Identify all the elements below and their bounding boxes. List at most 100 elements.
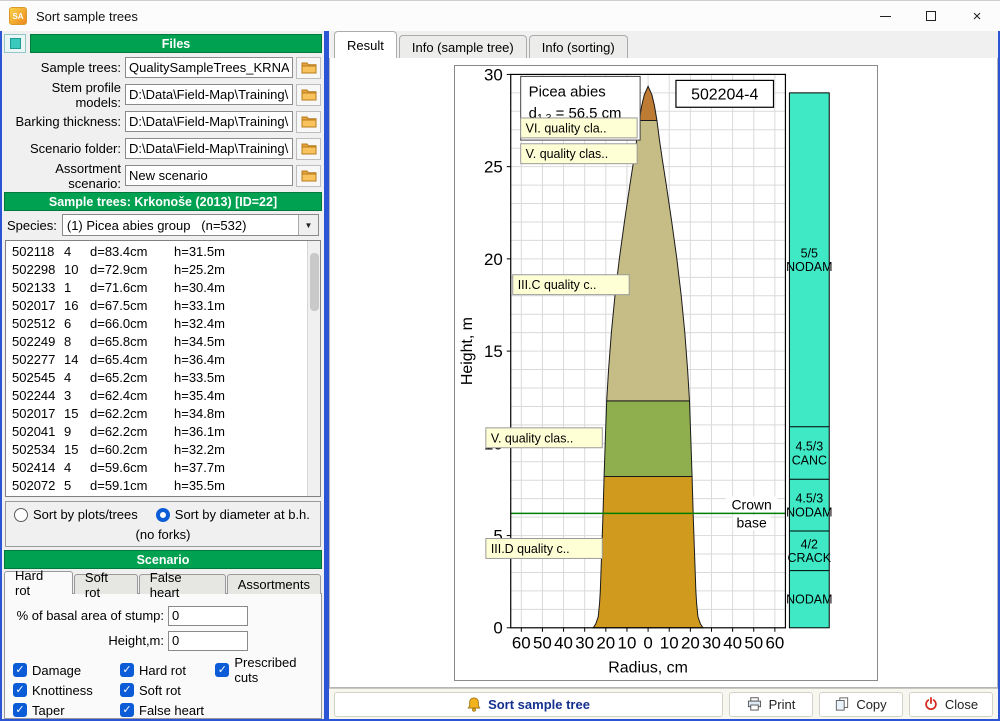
tree-plot: 16 — [64, 298, 90, 313]
checkbox-icon: ✓ — [13, 663, 27, 677]
checkbox-soft-rot[interactable]: ✓ Soft rot — [120, 682, 215, 698]
tree-id: 502277 — [12, 352, 64, 367]
file-field-row: Stem profile models: — [2, 81, 324, 108]
checkbox-false-heart[interactable]: ✓False heart — [120, 702, 215, 718]
tree-list-item[interactable]: 5025126d=66.0cmh=32.4m — [6, 314, 307, 332]
tree-list-scrollbar[interactable] — [307, 241, 320, 496]
maximize-button[interactable] — [908, 1, 954, 31]
no-forks-note: (no forks) — [8, 527, 318, 542]
checkbox-taper[interactable]: ✓Taper — [13, 702, 120, 718]
svg-text:60: 60 — [512, 634, 531, 653]
scenario-fields: % of basal area of stump:Height,m: — [5, 603, 321, 653]
tree-id: 502298 — [12, 262, 64, 277]
close-button[interactable]: Close — [909, 692, 993, 717]
sort-sample-tree-button[interactable]: Sort sample tree — [334, 692, 723, 717]
tree-diameter: d=59.6cm — [90, 460, 174, 475]
scenario-tab-hard-rot[interactable]: Hard rot — [4, 571, 73, 594]
minimize-button[interactable] — [862, 1, 908, 31]
scenario-field-label: Height,m: — [5, 633, 168, 648]
checkbox-hard-rot[interactable]: ✓Hard rot — [120, 662, 215, 678]
radio-sort-plots[interactable]: Sort by plots/trees — [14, 507, 138, 522]
tree-list[interactable]: 5021184d=83.4cmh=31.5m50229810d=72.9cmh=… — [6, 241, 307, 496]
tree-list-item[interactable]: 5024144d=59.6cmh=37.7m — [6, 458, 307, 476]
file-field-input[interactable] — [125, 57, 293, 78]
damage-bar: 5/5NODAM4.5/3CANC4.5/3NODAM4/2CRACKNODAM — [786, 93, 832, 628]
sort-options-box: Sort by plots/trees Sort by diameter at b… — [5, 501, 321, 547]
result-tab-result[interactable]: Result — [334, 31, 397, 58]
tree-list-item[interactable]: 5020419d=62.2cmh=36.1m — [6, 422, 307, 440]
result-tab-info-sorting-[interactable]: Info (sorting) — [529, 35, 628, 58]
scrollbar-thumb[interactable] — [310, 253, 319, 311]
folder-icon — [301, 61, 317, 74]
tree-plot: 6 — [64, 316, 90, 331]
checkbox-damage[interactable]: ✓Damage — [13, 662, 120, 678]
file-field-input[interactable] — [125, 138, 293, 159]
result-tab-info-sample-tree-[interactable]: Info (sample tree) — [399, 35, 527, 58]
tree-list-wrap: 5021184d=83.4cmh=31.5m50229810d=72.9cmh=… — [5, 240, 321, 497]
tree-list-item[interactable]: 5020725d=59.1cmh=35.5m — [6, 476, 307, 494]
browse-button[interactable] — [296, 57, 321, 79]
svg-text:NODAM: NODAM — [786, 593, 832, 607]
close-window-button[interactable]: × — [954, 1, 1000, 31]
checkbox-label: Soft rot — [139, 683, 181, 698]
file-field-input[interactable] — [125, 111, 293, 132]
tree-list-item[interactable]: 50227714d=65.4cmh=36.4m — [6, 350, 307, 368]
tree-height: h=32.2m — [174, 442, 307, 457]
scenario-field-input[interactable] — [168, 631, 248, 651]
sort-radio-group: Sort by plots/trees Sort by diameter at b… — [8, 507, 318, 522]
tree-height: h=31.0m — [174, 496, 307, 497]
tree-list-item[interactable]: 5021321d=57.0cmh=31.0m — [6, 494, 307, 496]
tree-list-item[interactable]: 5022498d=65.8cmh=34.5m — [6, 332, 307, 350]
chevron-down-icon[interactable]: ▼ — [298, 215, 318, 235]
file-field-input[interactable] — [125, 84, 293, 105]
species-combobox[interactable]: (1) Picea abies group (n=532) ▼ — [62, 214, 319, 236]
scenario-field-input[interactable] — [168, 606, 248, 626]
tree-plot: 9 — [64, 424, 90, 439]
tree-list-item[interactable]: 50253415d=60.2cmh=32.2m — [6, 440, 307, 458]
copy-button[interactable]: Copy — [819, 692, 903, 717]
checkbox-icon: ✓ — [120, 703, 134, 717]
tree-diameter: d=65.4cm — [90, 352, 174, 367]
tree-id: 502132 — [12, 496, 64, 497]
tree-height: h=32.4m — [174, 316, 307, 331]
tree-list-item[interactable]: 50229810d=72.9cmh=25.2m — [6, 260, 307, 278]
file-field-input[interactable] — [125, 165, 293, 186]
tree-list-item[interactable]: 5021184d=83.4cmh=31.5m — [6, 242, 307, 260]
checkbox-prescribed-cuts[interactable]: ✓Prescribed cuts — [215, 662, 321, 678]
tree-list-item[interactable]: 5022443d=62.4cmh=35.4m — [6, 386, 307, 404]
tree-list-item[interactable]: 50201715d=62.2cmh=34.8m — [6, 404, 307, 422]
tree-plot: 15 — [64, 442, 90, 457]
checkbox-icon: ✓ — [120, 683, 134, 697]
copy-icon — [835, 697, 849, 711]
tree-plot: 4 — [64, 460, 90, 475]
print-button[interactable]: Print — [729, 692, 813, 717]
main-area: Files Sample trees:Stem profile models:B… — [0, 31, 1000, 721]
result-tab-content: 0510152025306050403020100102030405060Rad… — [329, 57, 998, 688]
svg-text:20: 20 — [596, 634, 615, 653]
radio-sort-diameter[interactable]: Sort by diameter at b.h. — [156, 507, 310, 522]
tree-id: 502072 — [12, 478, 64, 493]
tree-diameter: d=62.2cm — [90, 424, 174, 439]
browse-button[interactable] — [296, 111, 321, 133]
browse-button[interactable] — [296, 84, 321, 106]
svg-text:4/2: 4/2 — [801, 537, 818, 551]
radio-icon — [14, 508, 28, 522]
browse-button[interactable] — [296, 138, 321, 160]
titlebar: SA Sort sample trees × — [0, 1, 1000, 31]
scenario-tab-false-heart[interactable]: False heart — [139, 574, 226, 594]
scenario-tab-assortments[interactable]: Assortments — [227, 574, 321, 594]
checkbox-column: ✓Prescribed cuts — [215, 662, 321, 718]
stem-profile-chart: 0510152025306050403020100102030405060Rad… — [454, 65, 878, 681]
panel-toggle-button[interactable] — [4, 34, 26, 53]
tree-list-item[interactable]: 50201716d=67.5cmh=33.1m — [6, 296, 307, 314]
scenario-tab-soft-rot[interactable]: Soft rot — [74, 574, 138, 594]
browse-button[interactable] — [296, 165, 321, 187]
tree-plot: 3 — [64, 388, 90, 403]
tree-list-item[interactable]: 5025454d=65.2cmh=33.5m — [6, 368, 307, 386]
tree-list-item[interactable]: 5021331d=71.6cmh=30.4m — [6, 278, 307, 296]
minimize-icon — [880, 16, 891, 17]
app-icon: SA — [9, 7, 27, 25]
svg-text:15: 15 — [484, 342, 503, 361]
tree-diameter: d=83.4cm — [90, 244, 174, 259]
checkbox-knottiness[interactable]: ✓Knottiness — [13, 682, 120, 698]
